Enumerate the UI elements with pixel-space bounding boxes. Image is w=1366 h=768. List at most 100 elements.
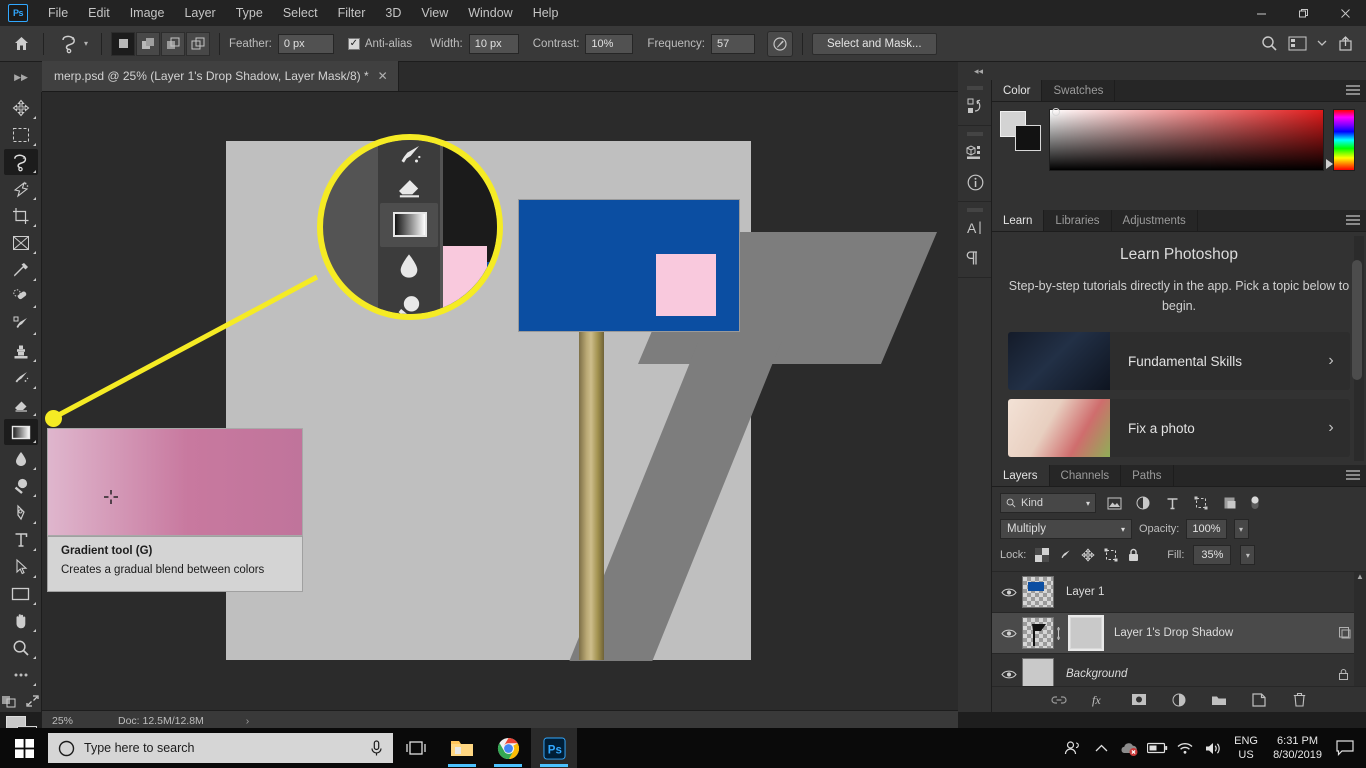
chevron-down-icon[interactable]: ▾ (1121, 525, 1125, 534)
status-expand-icon[interactable]: › (204, 715, 250, 727)
lock-artboard-icon[interactable] (1104, 548, 1118, 562)
menu-type[interactable]: Type (226, 1, 273, 25)
tab-adjustments[interactable]: Adjustments (1112, 210, 1198, 231)
workspace-icon[interactable] (1288, 36, 1307, 51)
layer-mask-thumbnail[interactable] (1068, 615, 1104, 651)
menu-image[interactable]: Image (120, 1, 175, 25)
delete-layer-icon[interactable] (1290, 691, 1308, 709)
document-tab[interactable]: merp.psd @ 25% (Layer 1's Drop Shadow, L… (42, 61, 399, 91)
contrast-input[interactable] (585, 33, 634, 54)
file-explorer-icon[interactable] (439, 728, 485, 768)
fill-stepper[interactable]: ▾ (1240, 545, 1256, 565)
smart-object-filter-icon[interactable] (1219, 493, 1241, 513)
tab-libraries[interactable]: Libraries (1044, 210, 1112, 231)
blend-mode-select[interactable]: Multiply ▾ (1000, 519, 1132, 539)
canvas-area[interactable]: Gradient tool (G) Creates a gradual blen… (42, 92, 958, 710)
filter-toggle-switch[interactable] (1248, 493, 1262, 513)
opacity-stepper[interactable]: ▾ (1233, 519, 1249, 539)
color-panel-fgbg[interactable] (1000, 111, 1041, 151)
link-layers-icon[interactable] (1050, 691, 1068, 709)
rectangle-tool[interactable] (4, 581, 38, 607)
panel-grip[interactable] (958, 130, 991, 137)
lock-image-pixels-icon[interactable] (1058, 548, 1072, 562)
3d-panel-icon[interactable] (958, 137, 992, 167)
layer-name[interactable]: Background (1054, 668, 1338, 680)
tab-learn[interactable]: Learn (992, 210, 1045, 231)
blur-tool[interactable] (4, 446, 38, 472)
clone-stamp-tool[interactable] (4, 338, 38, 364)
toolbar-collapse-toggle[interactable]: ▶▶ (0, 62, 42, 92)
eraser-tool[interactable] (4, 392, 38, 418)
layer-name[interactable]: Layer 1 (1054, 586, 1366, 598)
panel-grip[interactable] (958, 84, 991, 91)
panel-menu-icon[interactable] (1340, 80, 1366, 101)
horizontal-type-tool[interactable] (4, 527, 38, 553)
select-and-mask-button[interactable]: Select and Mask... (811, 32, 937, 55)
learn-card-fundamental-skills[interactable]: Fundamental Skills › (1008, 332, 1350, 390)
screen-mode-icon[interactable] (25, 694, 40, 708)
google-chrome-icon[interactable] (485, 728, 531, 768)
history-brush-tool[interactable] (4, 365, 38, 391)
microphone-icon[interactable] (370, 739, 383, 757)
info-icon[interactable] (958, 167, 992, 197)
taskbar-search-box[interactable]: Type here to search (48, 733, 393, 763)
new-selection-button[interactable] (111, 31, 136, 56)
layer-filter-kind-select[interactable]: Kind ▾ (1000, 493, 1096, 513)
search-icon[interactable] (1261, 35, 1278, 52)
menu-filter[interactable]: Filter (328, 1, 376, 25)
brush-tool[interactable] (4, 311, 38, 337)
new-layer-icon[interactable] (1250, 691, 1268, 709)
maximize-button[interactable] (1282, 0, 1324, 26)
eyedropper-tool[interactable] (4, 257, 38, 283)
layer-style-icon[interactable]: fx (1090, 691, 1108, 709)
paragraph-icon[interactable] (958, 243, 992, 273)
path-selection-tool[interactable] (4, 554, 38, 580)
gradient-tool[interactable] (3, 419, 38, 445)
share-icon[interactable] (1337, 35, 1354, 52)
zoom-tool[interactable] (4, 635, 38, 661)
spot-healing-brush-tool[interactable] (4, 284, 38, 310)
edit-toolbar-tool[interactable] (4, 662, 38, 688)
adjustment-layer-filter-icon[interactable] (1132, 493, 1154, 513)
layer-thumbnail[interactable] (1022, 576, 1054, 608)
volume-icon[interactable] (1199, 728, 1227, 768)
photoshop-icon[interactable]: Ps (531, 728, 577, 768)
menu-3d[interactable]: 3D (375, 1, 411, 25)
language-indicator[interactable]: ENG US (1227, 728, 1265, 768)
frequency-input[interactable] (710, 33, 755, 54)
object-selection-tool[interactable] (4, 176, 38, 202)
chevron-right-icon[interactable]: › (1312, 352, 1350, 370)
pen-pressure-icon[interactable] (766, 30, 793, 57)
layer-visibility-toggle[interactable] (996, 669, 1022, 680)
opacity-value[interactable]: 100% (1186, 519, 1227, 539)
tab-channels[interactable]: Channels (1050, 465, 1122, 486)
wifi-icon[interactable] (1171, 728, 1199, 768)
notification-center-icon[interactable] (1330, 728, 1360, 768)
learn-panel-scrollbar-track[interactable] (1352, 236, 1364, 461)
shape-layer-filter-icon[interactable] (1190, 493, 1212, 513)
menu-file[interactable]: File (38, 1, 78, 25)
rectangular-marquee-tool[interactable] (4, 122, 38, 148)
lock-all-icon[interactable] (1127, 548, 1140, 563)
layer-visibility-toggle[interactable] (996, 628, 1022, 639)
feather-input[interactable] (277, 33, 334, 54)
chevron-right-icon[interactable]: › (1312, 419, 1350, 437)
clock[interactable]: 6:31 PM 8/30/2019 (1265, 728, 1330, 768)
tab-paths[interactable]: Paths (1121, 465, 1174, 486)
lock-transparent-pixels-icon[interactable] (1035, 548, 1050, 562)
color-spectrum-field[interactable] (1049, 108, 1324, 171)
menu-help[interactable]: Help (523, 1, 569, 25)
tab-color[interactable]: Color (992, 80, 1043, 101)
close-button[interactable] (1324, 0, 1366, 26)
show-hidden-icons-icon[interactable] (1087, 728, 1115, 768)
intersect-with-selection-button[interactable] (186, 31, 211, 56)
layer-visibility-toggle[interactable] (996, 587, 1022, 598)
lock-position-icon[interactable] (1081, 548, 1095, 562)
background-color-swatch[interactable] (1015, 125, 1041, 151)
hue-strip[interactable] (1326, 109, 1355, 171)
people-icon[interactable] (1059, 728, 1087, 768)
pen-tool[interactable] (4, 500, 38, 526)
close-icon[interactable]: ✕ (378, 69, 388, 83)
hand-tool[interactable] (4, 608, 38, 634)
layer-row-drop-shadow[interactable]: Layer 1's Drop Shadow (992, 613, 1366, 654)
